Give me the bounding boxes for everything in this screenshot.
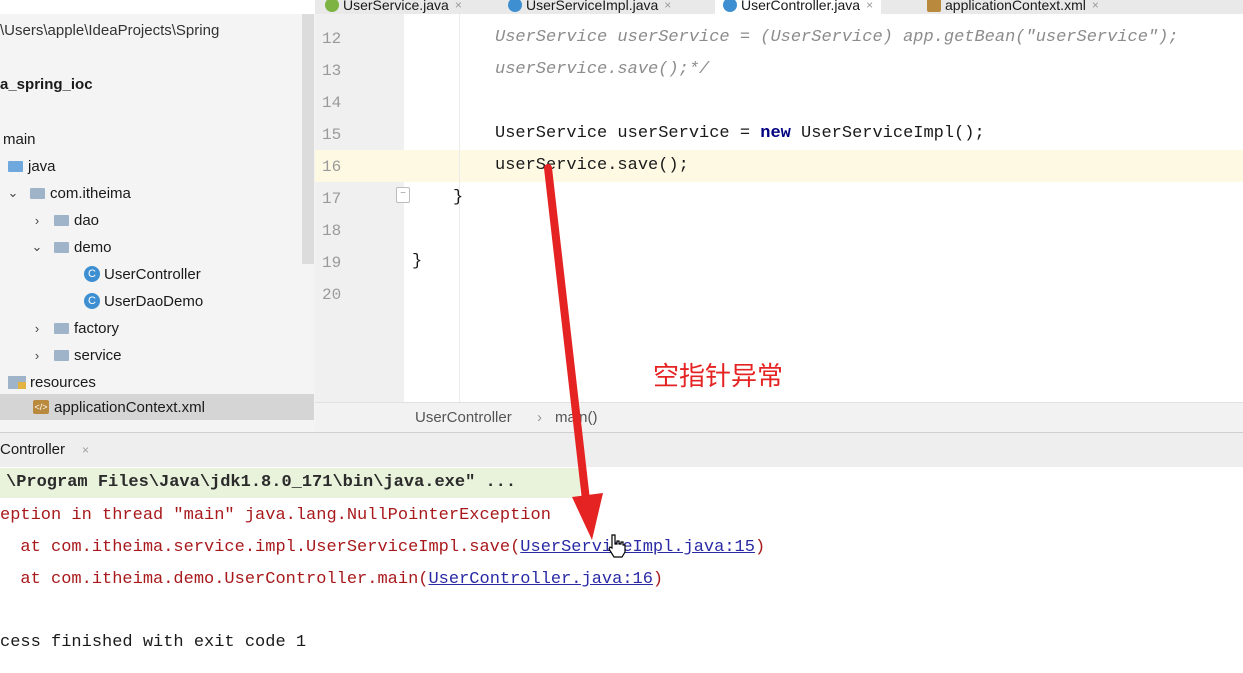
hand-cursor-icon xyxy=(608,534,626,558)
annotation-arrow xyxy=(544,164,603,540)
arrow-head xyxy=(572,493,603,540)
annotation-label: 空指针异常 xyxy=(653,362,784,392)
arrow-shaft xyxy=(544,164,590,504)
